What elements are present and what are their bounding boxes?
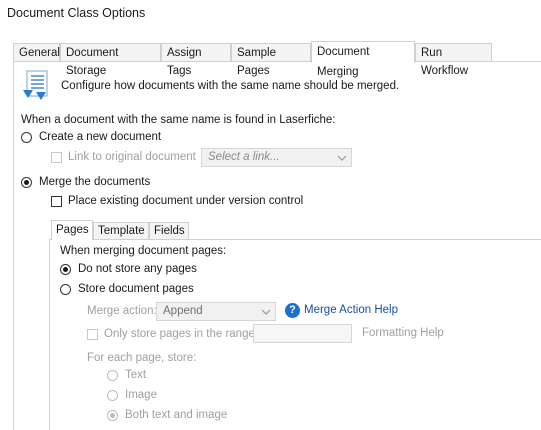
tab-document-merging[interactable]: Document Merging — [311, 41, 415, 78]
merge-action-dropdown[interactable]: Append — [156, 302, 276, 321]
link-original-label: Link to original document — [68, 151, 196, 163]
tab-fields[interactable]: Fields — [149, 222, 189, 239]
create-new-label[interactable]: Create a new document — [39, 131, 161, 143]
create-new-radio[interactable] — [21, 132, 32, 143]
merge-radio[interactable] — [21, 177, 32, 188]
tab-assign-tags[interactable]: Assign Tags — [161, 43, 231, 77]
merge-action-label: Merge action: — [87, 305, 157, 317]
store-image-label: Image — [125, 389, 157, 401]
store-image-radio[interactable] — [107, 390, 118, 401]
tab-template[interactable]: Template — [93, 222, 149, 239]
no-store-radio[interactable] — [60, 264, 71, 275]
tab-document-storage[interactable]: Document Storage — [60, 43, 161, 77]
store-pages-radio[interactable] — [60, 284, 71, 295]
select-link-placeholder: Select a link... — [208, 151, 280, 163]
range-input[interactable] — [253, 324, 352, 343]
link-original-checkbox[interactable] — [51, 152, 62, 163]
version-control-label[interactable]: Place existing document under version co… — [68, 195, 303, 207]
merge-label[interactable]: Merge the documents — [39, 176, 150, 188]
tab-sample-pages[interactable]: Sample Pages — [231, 43, 311, 77]
window-title: Document Class Options — [7, 6, 146, 20]
store-both-radio[interactable] — [107, 410, 118, 421]
formatting-help-link[interactable]: Formatting Help — [362, 327, 444, 339]
no-store-label[interactable]: Do not store any pages — [78, 263, 197, 275]
pages-prompt: When merging document pages: — [60, 245, 227, 257]
tab-pages[interactable]: Pages — [51, 220, 93, 240]
merge-action-value: Append — [163, 305, 203, 317]
store-text-label: Text — [125, 369, 147, 381]
merge-document-icon — [23, 70, 48, 100]
chevron-down-icon — [261, 309, 271, 315]
version-control-checkbox[interactable] — [51, 196, 62, 207]
tab-run-workflow[interactable]: Run Workflow — [415, 43, 492, 77]
help-icon[interactable]: ? — [285, 303, 300, 318]
tab-general[interactable]: General — [13, 43, 60, 61]
store-text-radio[interactable] — [107, 370, 118, 381]
merge-action-help-link[interactable]: Merge Action Help — [304, 304, 398, 316]
store-pages-label[interactable]: Store document pages — [78, 283, 194, 295]
chevron-down-icon — [337, 155, 347, 161]
store-both-label: Both text and image — [125, 409, 228, 421]
select-link-dropdown[interactable]: Select a link... — [201, 148, 352, 167]
for-each-label: For each page, store: — [87, 352, 197, 364]
range-checkbox[interactable] — [87, 329, 98, 340]
range-label: Only store pages in the range: — [104, 328, 259, 340]
found-prompt: When a document with the same name is fo… — [21, 114, 336, 126]
